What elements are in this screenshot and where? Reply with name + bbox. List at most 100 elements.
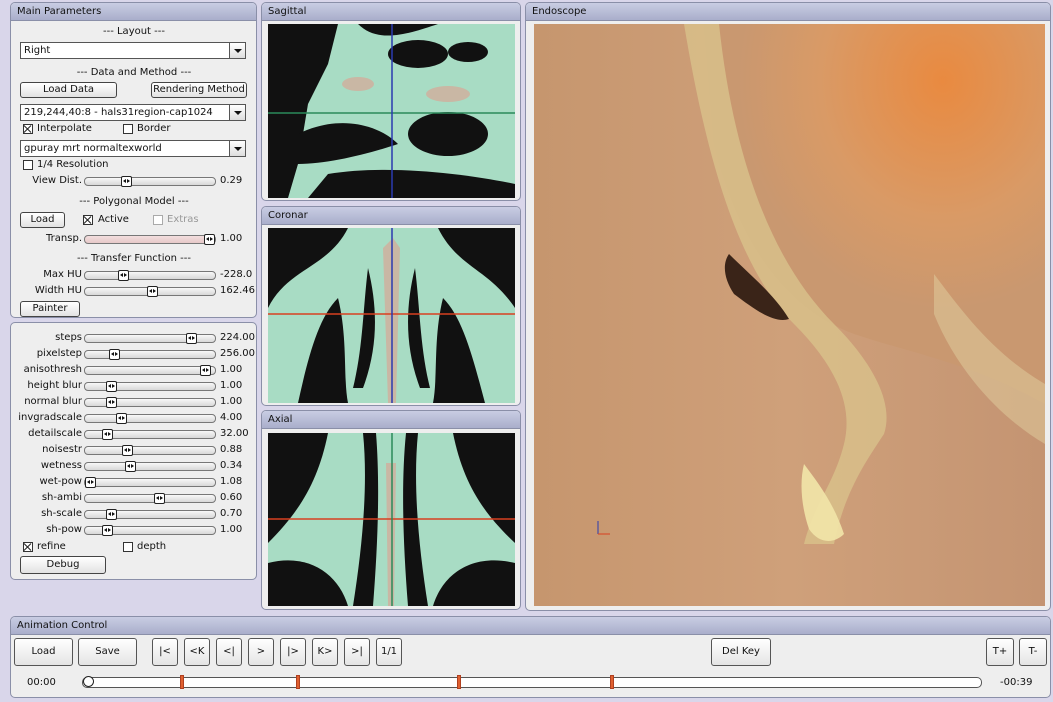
coronal-image — [268, 228, 515, 403]
next-frame-button[interactable]: |> — [280, 638, 306, 666]
slider-label: wet-pow — [39, 476, 82, 487]
slider-handle[interactable] — [106, 397, 118, 408]
parameter-slider[interactable] — [84, 333, 216, 344]
play-button[interactable]: > — [248, 638, 274, 666]
delete-key-button[interactable]: Del Key — [711, 638, 771, 666]
chevron-down-icon[interactable] — [229, 43, 245, 58]
keyframe-marker[interactable] — [179, 675, 184, 689]
slider-handle[interactable] — [106, 381, 118, 392]
slider-handle[interactable] — [186, 333, 198, 344]
slider-handle[interactable] — [118, 270, 130, 281]
max-hu-slider[interactable] — [84, 270, 216, 281]
slider-handle[interactable] — [204, 234, 215, 245]
slider-value: 32.00 — [220, 428, 249, 439]
load-data-button[interactable]: Load Data — [20, 82, 117, 98]
axial-title: Axial — [262, 411, 520, 429]
prev-frame-button[interactable]: <| — [216, 638, 242, 666]
refine-checkbox[interactable] — [23, 542, 33, 552]
parameter-slider[interactable] — [84, 477, 216, 488]
quarter-resolution-checkbox[interactable] — [23, 160, 33, 170]
parameter-slider[interactable] — [84, 445, 216, 456]
slider-handle[interactable] — [85, 477, 96, 488]
border-checkbox[interactable] — [123, 124, 133, 134]
endoscope-view[interactable] — [534, 24, 1045, 606]
slider-handle[interactable] — [101, 525, 113, 536]
slider-value: 0.88 — [220, 444, 243, 455]
debug-button[interactable]: Debug — [20, 556, 106, 574]
time-minus-button[interactable]: T- — [1019, 638, 1047, 666]
rendering-method-button[interactable]: Rendering Method — [151, 82, 247, 98]
parameter-slider[interactable] — [84, 381, 216, 392]
slider-handle[interactable] — [200, 365, 212, 376]
next-key-button[interactable]: K> — [312, 638, 338, 666]
timeline-track[interactable] — [82, 675, 982, 689]
extras-checkbox[interactable] — [153, 215, 163, 225]
keyframe-marker[interactable] — [457, 675, 462, 689]
slider-label: normal blur — [24, 396, 82, 407]
keyframe-marker[interactable] — [609, 675, 614, 689]
parameter-slider[interactable] — [84, 397, 216, 408]
slider-value: 256.00 — [220, 348, 255, 359]
frame-count-button[interactable]: 1/1 — [376, 638, 402, 666]
slider-value: 1.00 — [220, 396, 243, 407]
coronal-view[interactable] — [268, 228, 515, 403]
max-hu-value: -228.0 — [220, 269, 253, 280]
playhead-handle[interactable] — [83, 676, 94, 687]
parameter-slider[interactable] — [84, 525, 216, 536]
transp-slider[interactable] — [84, 234, 216, 245]
layout-select[interactable]: Right — [20, 42, 246, 59]
slider-value: 0.34 — [220, 460, 243, 471]
width-hu-slider[interactable] — [84, 286, 216, 297]
parameter-slider[interactable] — [84, 429, 216, 440]
time-plus-button[interactable]: T+ — [986, 638, 1014, 666]
active-checkbox[interactable] — [83, 215, 93, 225]
slider-label: wetness — [40, 460, 82, 471]
slider-label: sh-scale — [41, 508, 82, 519]
prev-key-button[interactable]: <K — [184, 638, 210, 666]
slider-value: 0.70 — [220, 508, 243, 519]
parameter-slider[interactable] — [84, 493, 216, 504]
parameter-slider[interactable] — [84, 413, 216, 424]
slider-handle[interactable] — [120, 176, 132, 187]
depth-checkbox[interactable] — [123, 542, 133, 552]
first-frame-button[interactable]: |< — [152, 638, 178, 666]
view-dist-slider[interactable] — [84, 176, 216, 187]
slider-label: pixelstep — [36, 348, 82, 359]
slider-label: detailscale — [28, 428, 82, 439]
last-frame-button[interactable]: >| — [344, 638, 370, 666]
axial-view[interactable] — [268, 433, 515, 606]
animation-save-button[interactable]: Save — [78, 638, 137, 666]
parameter-slider[interactable] — [84, 461, 216, 472]
slider-handle[interactable] — [154, 493, 166, 504]
parameter-slider[interactable] — [84, 349, 216, 360]
main-parameters-panel: Main Parameters --- Layout --- Right ---… — [10, 2, 257, 318]
slider-handle[interactable] — [146, 286, 158, 297]
slider-handle[interactable] — [101, 429, 113, 440]
parameter-slider[interactable] — [84, 365, 216, 376]
width-hu-label: Width HU — [34, 285, 82, 296]
keyframe-marker[interactable] — [296, 675, 301, 689]
extras-label: Extras — [167, 214, 199, 225]
dataset-select[interactable]: 219,244,40:8 - hals31region-cap1024 — [20, 104, 246, 121]
chevron-down-icon[interactable] — [229, 105, 245, 120]
slider-value: 224.00 — [220, 332, 255, 343]
parameter-slider[interactable] — [84, 509, 216, 520]
slider-label: height blur — [27, 380, 82, 391]
sagittal-view[interactable] — [268, 24, 515, 198]
slider-handle[interactable] — [106, 509, 118, 520]
slider-handle[interactable] — [121, 445, 133, 456]
data-method-header: --- Data and Method --- — [76, 67, 192, 78]
width-hu-value: 162.46 — [220, 285, 255, 296]
slider-handle[interactable] — [108, 349, 120, 360]
renderer-select[interactable]: gpuray mrt normaltexworld — [20, 140, 246, 157]
polygon-load-button[interactable]: Load — [20, 212, 65, 228]
chevron-down-icon[interactable] — [229, 141, 245, 156]
refine-label: refine — [37, 541, 66, 552]
slider-value: 1.08 — [220, 476, 243, 487]
slider-value: 0.60 — [220, 492, 243, 503]
interpolate-checkbox[interactable] — [23, 124, 33, 134]
animation-load-button[interactable]: Load — [14, 638, 73, 666]
painter-button[interactable]: Painter — [20, 301, 80, 317]
slider-handle[interactable] — [125, 461, 137, 472]
slider-handle[interactable] — [115, 413, 127, 424]
